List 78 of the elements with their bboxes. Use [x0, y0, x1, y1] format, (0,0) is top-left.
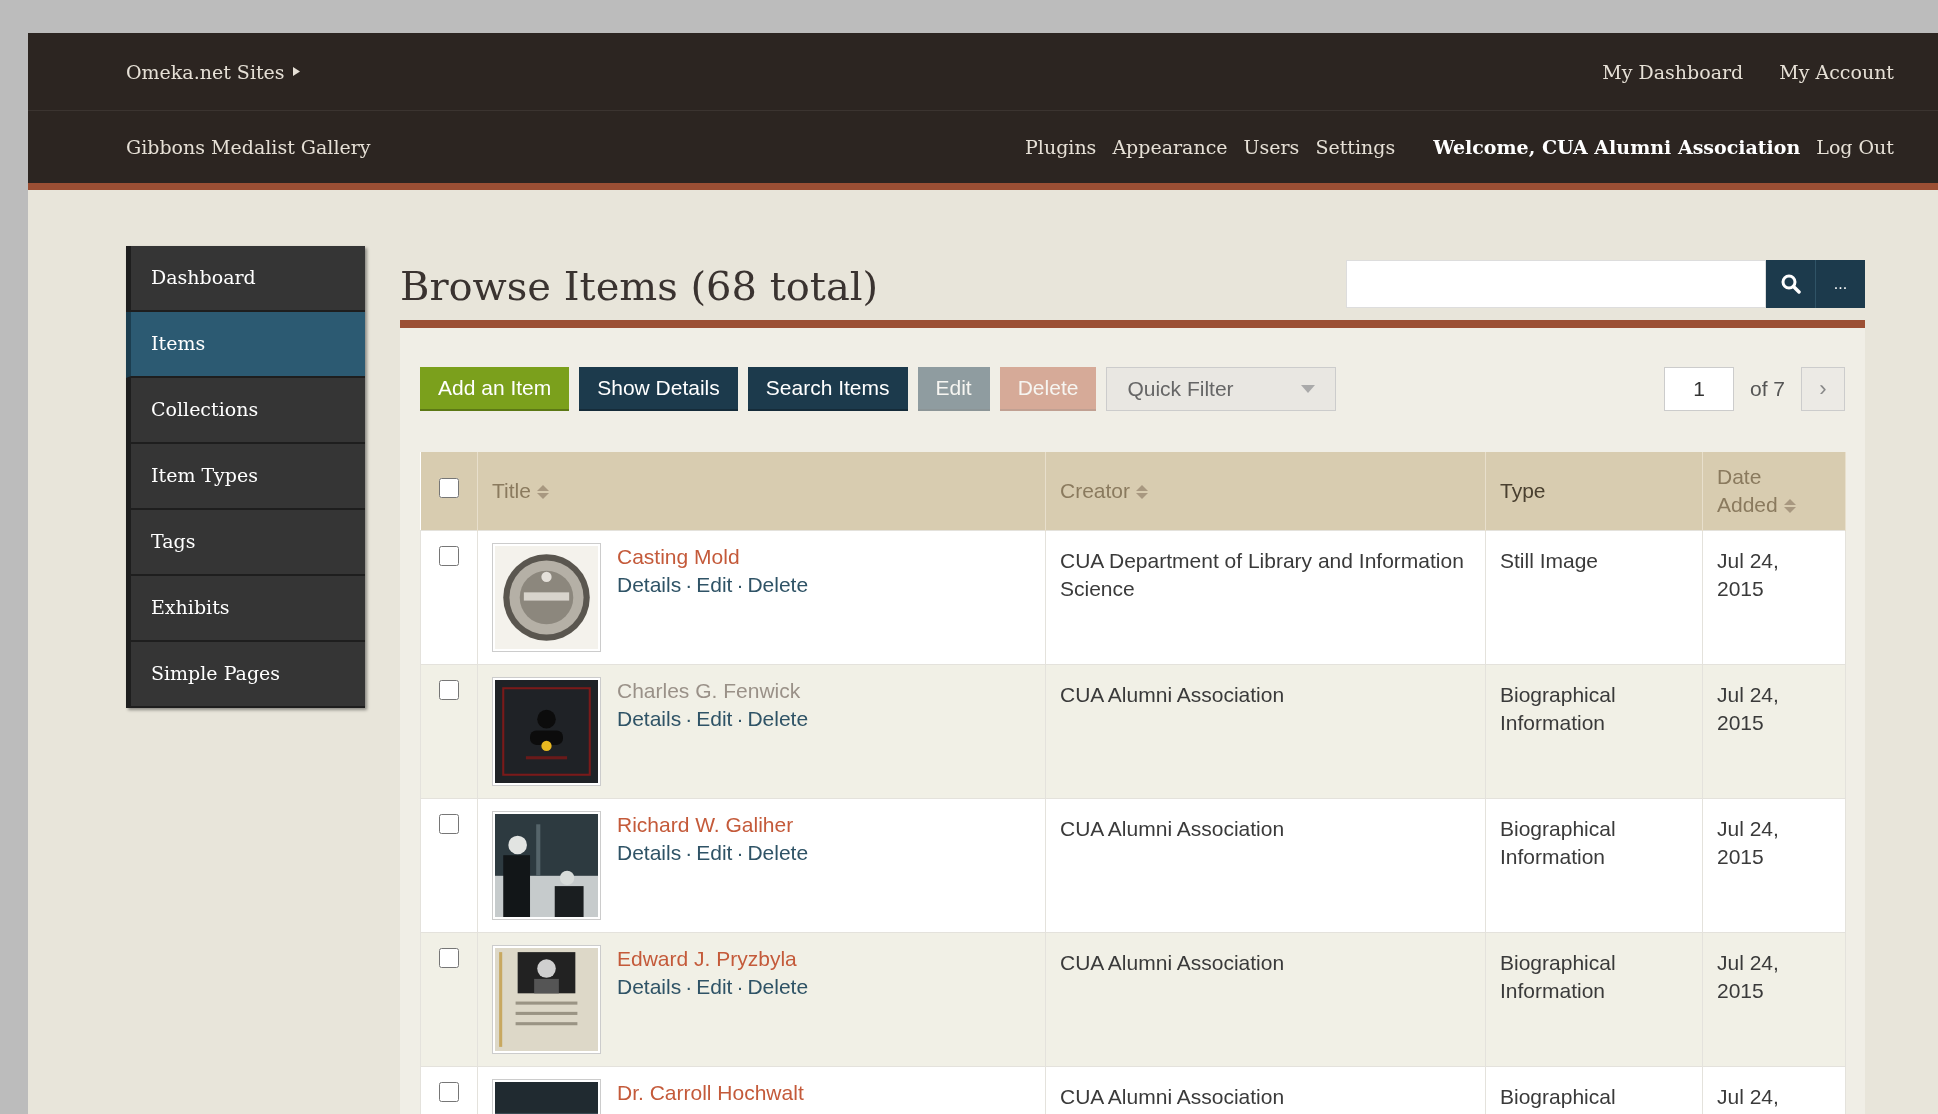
top-link[interactable]: My Account	[1779, 60, 1894, 83]
item-action-link[interactable]: Details	[617, 841, 682, 864]
separator: ·	[736, 841, 744, 864]
creator-cell: CUA Alumni Association	[1060, 1085, 1285, 1108]
page-count: of 7	[1749, 377, 1785, 401]
date-cell: Jul 24, 2015	[1717, 817, 1779, 868]
creator-cell: CUA Alumni Association	[1060, 817, 1285, 840]
item-action-link[interactable]: Delete	[747, 975, 809, 998]
item-title-link[interactable]: Edward J. Pryzbyla	[617, 945, 797, 973]
search-field[interactable]	[1346, 259, 1766, 308]
type-cell: Biographical Information	[1500, 951, 1616, 1002]
admin-nav-link[interactable]: Appearance	[1112, 136, 1228, 158]
sort-icon	[1783, 498, 1796, 514]
item-title-link[interactable]: Dr. Carroll Hochwalt	[617, 1079, 804, 1107]
search-button[interactable]	[1766, 259, 1816, 308]
type-cell: Still Image	[1500, 549, 1599, 572]
toolbar-button[interactable]: Show Details	[579, 367, 738, 411]
row-checkbox[interactable]	[439, 1082, 459, 1102]
type-cell: Biographical Information	[1500, 683, 1616, 734]
admin-nav-link[interactable]: Plugins	[1025, 136, 1097, 158]
sidebar-item[interactable]: Simple Pages	[126, 642, 365, 708]
search-icon	[1780, 273, 1801, 294]
separator: ·	[685, 975, 693, 998]
sidebar-item[interactable]: Dashboard	[126, 246, 365, 312]
date-cell: Jul 24, 2015	[1717, 683, 1779, 734]
item-action-link[interactable]: Edit	[696, 707, 733, 730]
caret-icon	[1301, 385, 1316, 393]
sort-icon	[1136, 484, 1149, 500]
sidebar-item[interactable]: Exhibits	[126, 576, 365, 642]
item-action-link[interactable]: Edit	[696, 573, 733, 596]
sidebar-item[interactable]: Items	[126, 312, 365, 378]
sidebar-item[interactable]: Item Types	[126, 444, 365, 510]
type-cell: Biographical Information	[1500, 817, 1616, 868]
date-cell: Jul 24, 2015	[1717, 951, 1779, 1002]
admin-nav-link[interactable]: Users	[1243, 136, 1300, 158]
item-action-link[interactable]: Details	[617, 975, 682, 998]
item-action-link[interactable]: Edit	[696, 975, 733, 998]
creator-cell: CUA Alumni Association	[1060, 951, 1285, 974]
row-checkbox[interactable]	[439, 814, 459, 834]
admin-nav-link[interactable]: Settings	[1315, 136, 1396, 158]
select-all-checkbox[interactable]	[438, 478, 459, 498]
welcome-text: Welcome, CUA Alumni Association	[1433, 136, 1801, 158]
item-action-link[interactable]: Details	[617, 573, 682, 596]
sites-menu[interactable]: Omeka.net Sites	[126, 60, 285, 83]
separator: ·	[736, 573, 744, 596]
item-action-link[interactable]: Delete	[747, 841, 809, 864]
item-title-link[interactable]: Casting Mold	[617, 543, 740, 571]
caret-icon	[292, 67, 300, 76]
site-title[interactable]: Gibbons Medalist Gallery	[126, 136, 371, 158]
separator: ·	[685, 707, 693, 730]
top-link[interactable]: My Dashboard	[1602, 60, 1744, 83]
date-cell: Jul 24,	[1717, 1085, 1779, 1108]
page-number-field[interactable]: 1	[1663, 367, 1734, 411]
sidebar-item[interactable]: Tags	[126, 510, 365, 576]
type-cell: Biographical	[1500, 1085, 1616, 1108]
item-action-link[interactable]: Delete	[747, 707, 809, 730]
creator-cell: CUA Alumni Association	[1060, 683, 1285, 706]
item-title-link[interactable]: Richard W. Galiher	[617, 811, 794, 839]
row-checkbox[interactable]	[439, 546, 459, 566]
separator: ·	[736, 975, 744, 998]
quick-filter-dropdown[interactable]: Quick Filter	[1106, 367, 1337, 411]
logout-link[interactable]: Log Out	[1816, 136, 1894, 158]
item-action-link[interactable]: Delete	[747, 573, 809, 596]
sort-icon	[536, 484, 549, 500]
item-action-link[interactable]: Edit	[696, 841, 733, 864]
page-title: Browse Items (68 total)	[400, 262, 880, 309]
row-checkbox[interactable]	[439, 948, 459, 968]
column-header: Type	[1500, 478, 1546, 504]
separator: ·	[736, 707, 744, 730]
advanced-search-button[interactable]: ...	[1816, 259, 1865, 308]
separator: ·	[685, 841, 693, 864]
row-checkbox[interactable]	[439, 680, 459, 700]
separator: ·	[685, 573, 693, 596]
item-action-link[interactable]: Details	[617, 707, 682, 730]
creator-cell: CUA Department of Library and Information Science	[1060, 549, 1464, 600]
toolbar-button[interactable]: Search Items	[747, 367, 908, 411]
sidebar-item[interactable]: Collections	[126, 378, 365, 444]
date-cell: Jul 24, 2015	[1717, 549, 1779, 600]
